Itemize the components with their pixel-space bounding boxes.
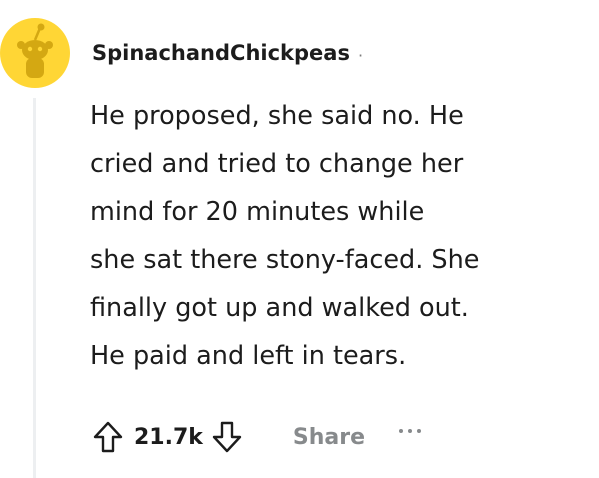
ellipsis-icon (399, 429, 404, 433)
arrow-down-outline-icon (212, 421, 242, 453)
comment-body-line: He proposed, she said no. He (90, 101, 464, 131)
avatar[interactable] (0, 18, 70, 88)
comment-body-line: finally got up and walked out. (90, 293, 469, 323)
thread-line[interactable] (33, 98, 36, 478)
upvote-button[interactable] (88, 417, 128, 457)
comment-body-line: she sat there stony-faced. She (90, 245, 480, 275)
comment-header: SpinachandChickpeas · (92, 38, 363, 68)
comment-actions: 21.7k Share (88, 414, 422, 460)
ellipsis-icon (408, 429, 413, 433)
comment-body-line: He paid and left in tears. (90, 341, 407, 371)
comment-body: He proposed, she said no. He cried and t… (90, 92, 570, 380)
share-button[interactable]: Share (293, 425, 365, 450)
comment-body-line: mind for 20 minutes while (90, 197, 425, 227)
more-options-button[interactable] (399, 429, 422, 433)
vote-score: 21.7k (134, 424, 203, 450)
downvote-button[interactable] (207, 417, 247, 457)
comment-body-line: cried and tried to change her (90, 149, 464, 179)
arrow-up-outline-icon (93, 421, 123, 453)
username-link[interactable]: SpinachandChickpeas (92, 41, 350, 65)
header-separator: · (357, 45, 364, 65)
ellipsis-icon (417, 429, 422, 433)
